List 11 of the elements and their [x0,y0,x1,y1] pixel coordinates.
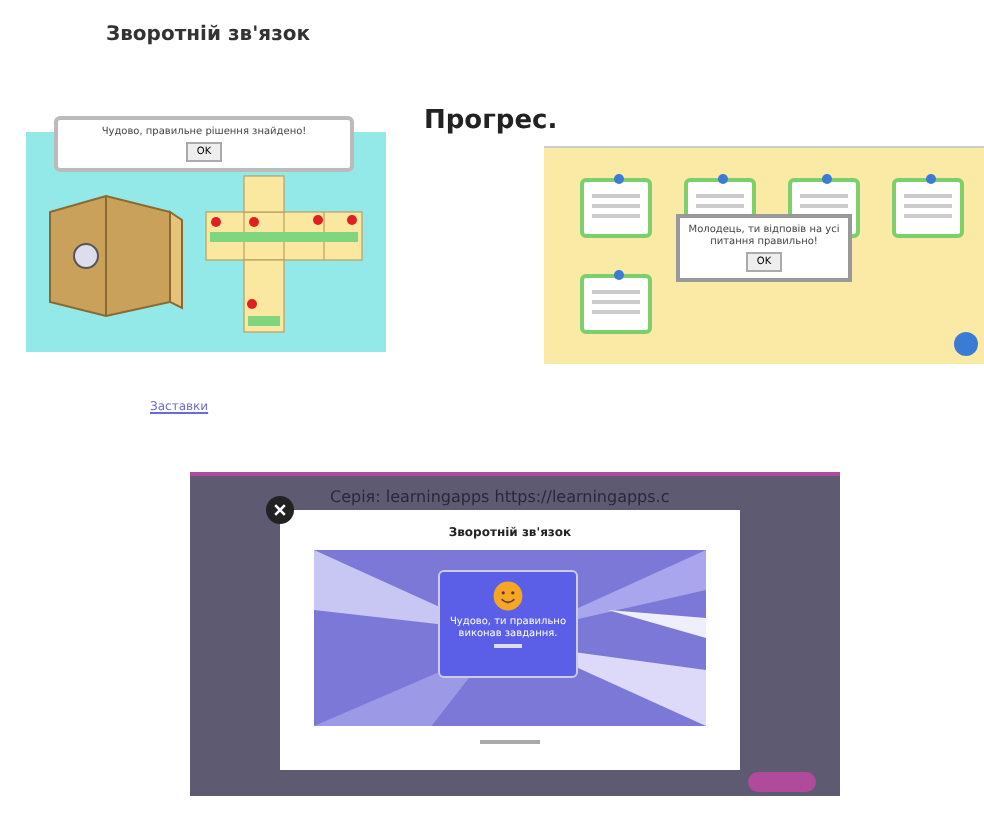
question-card[interactable] [580,178,652,238]
close-icon [272,502,288,518]
next-button[interactable] [748,772,816,792]
round-button[interactable] [954,332,978,356]
smiley-icon [492,580,524,612]
question-card[interactable] [892,178,964,238]
caption-line [480,740,540,744]
section-heading: Зворотній зв'язок [104,22,313,50]
question-card[interactable] [580,274,652,334]
section-heading: Прогрес. [424,108,560,134]
close-button[interactable] [266,496,294,524]
